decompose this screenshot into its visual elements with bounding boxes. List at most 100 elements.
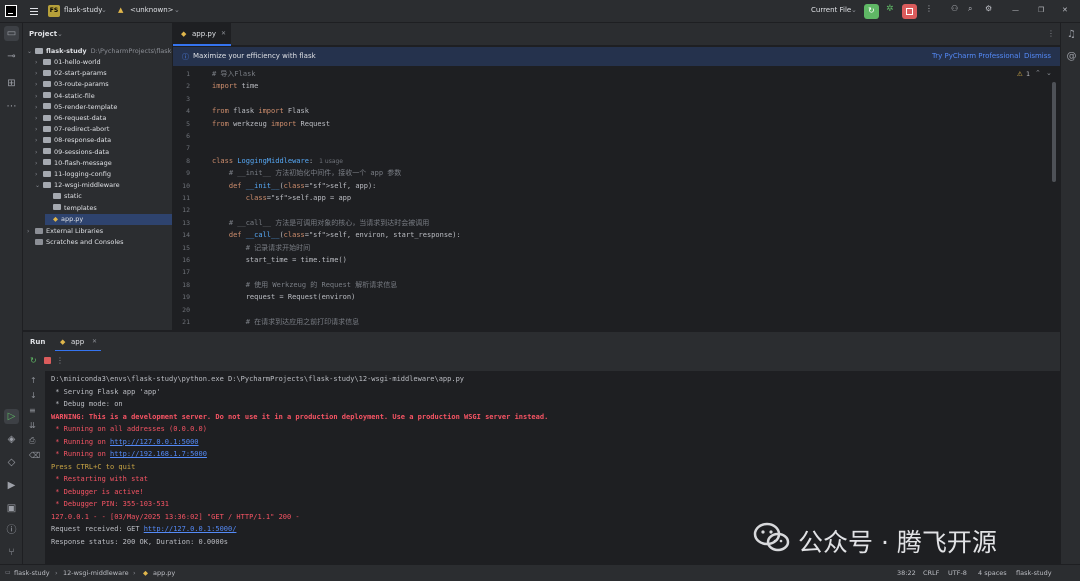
- vcs-branch[interactable]: <unknown>: [130, 6, 174, 14]
- rerun-icon[interactable]: ↻: [30, 356, 37, 365]
- tree-scratches[interactable]: Scratches and Consoles: [27, 237, 124, 248]
- chevron-down-icon[interactable]: ⌄: [1046, 69, 1052, 77]
- watermark-text: 公众号 · 腾飞开源: [798, 528, 997, 557]
- arrow-down-icon[interactable]: ↓: [30, 391, 37, 400]
- python-interpreter[interactable]: flask-study: [1016, 569, 1052, 577]
- run-tool-icon[interactable]: ▷: [4, 409, 19, 424]
- close-icon[interactable]: ✕: [1062, 6, 1068, 14]
- rerun-button[interactable]: ↻: [864, 4, 879, 19]
- console-line: * Running on all addresses (0.0.0.0): [51, 425, 207, 433]
- ai-assistant-icon[interactable]: @: [1064, 49, 1079, 64]
- tree-folder-item[interactable]: › 06-request-data: [35, 113, 106, 124]
- stop-icon[interactable]: [44, 357, 51, 364]
- chevron-right-icon: ›: [35, 115, 38, 122]
- console-line: Request received: GET http://127.0.0.1:5…: [51, 525, 237, 533]
- version-control-icon[interactable]: ⑂: [4, 545, 19, 560]
- tab-options-icon[interactable]: ⋮: [1047, 29, 1055, 38]
- tab-close-icon[interactable]: ✕: [221, 30, 226, 37]
- notifications-bell-icon[interactable]: ♫: [1064, 27, 1079, 42]
- project-badge[interactable]: FS: [48, 5, 60, 17]
- tab-close-icon[interactable]: ✕: [92, 338, 97, 345]
- tree-root[interactable]: ⌄ flask-study D:\PycharmProjects\flask-st…: [27, 46, 172, 57]
- structure-icon[interactable]: ⊞: [4, 76, 19, 91]
- minimize-icon[interactable]: —: [1012, 6, 1019, 14]
- chevron-down-icon[interactable]: ⌄: [174, 6, 180, 14]
- line-number: 5: [186, 119, 190, 128]
- tree-item-label: templates: [64, 203, 97, 212]
- soft-wrap-icon[interactable]: ≡: [29, 406, 36, 415]
- chevron-right-icon: ›: [35, 159, 38, 167]
- print-icon[interactable]: ⎙: [29, 436, 35, 446]
- debug-icon[interactable]: ✲: [886, 4, 894, 14]
- more-tools-icon[interactable]: ⋯: [4, 99, 19, 114]
- tree-folder-item[interactable]: › 09-sessions-data: [35, 147, 109, 158]
- tree-external-libraries[interactable]: › External Libraries: [27, 226, 103, 237]
- folder-icon: [43, 80, 51, 87]
- tree-folder-item[interactable]: ⌄ 12-wsgi-middleware: [35, 180, 120, 191]
- caret-position[interactable]: 38:22: [897, 569, 916, 577]
- scratches-icon: [35, 238, 43, 245]
- code-editor[interactable]: ⚠ 1 ⌃ ⌄ # 导入Flask import time from flask i…: [206, 66, 1054, 330]
- python-packages-icon[interactable]: ◈: [4, 432, 19, 447]
- arrow-up-icon[interactable]: ↑: [30, 376, 37, 385]
- breadcrumb-file[interactable]: app.py: [153, 569, 175, 577]
- run-config-select[interactable]: Current File: [811, 6, 851, 14]
- more-icon[interactable]: ⋮: [925, 4, 933, 13]
- chevron-up-icon[interactable]: ⌃: [1035, 69, 1041, 77]
- main-menu-icon[interactable]: [28, 5, 40, 17]
- add-user-icon[interactable]: ⚇: [951, 4, 958, 13]
- more-icon[interactable]: ⋮: [56, 356, 64, 365]
- console-url-link[interactable]: http://192.168.1.7:5000: [110, 450, 207, 458]
- breadcrumb-project[interactable]: flask-study: [14, 569, 50, 577]
- file-encoding[interactable]: UTF-8: [948, 569, 967, 577]
- dismiss-link[interactable]: Dismiss: [1024, 52, 1051, 60]
- tree-folder-item[interactable]: › 11-logging-config: [35, 169, 111, 180]
- run-config-tab[interactable]: ◆ app ✕: [55, 332, 101, 352]
- warning-indicator-icon[interactable]: ⚠: [1017, 70, 1023, 78]
- console-line: * Debugger PIN: 355-103-531: [51, 500, 170, 508]
- line-number: 6: [186, 132, 190, 140]
- line-number: 4: [186, 107, 190, 116]
- chevron-down-icon[interactable]: ⌄: [101, 6, 107, 14]
- line-ending[interactable]: CRLF: [923, 569, 939, 577]
- tree-folder-item[interactable]: › 07-redirect-abort: [35, 124, 109, 135]
- commit-icon[interactable]: ⊸: [4, 49, 19, 64]
- project-panel-title[interactable]: Project: [29, 30, 57, 38]
- tree-folder-item[interactable]: › 08-response-data: [35, 135, 111, 146]
- project-name[interactable]: flask-study: [64, 6, 102, 14]
- editor-tab-bar: ◆ app.py ✕ ⋮: [173, 23, 1060, 46]
- stop-button[interactable]: [902, 4, 917, 19]
- maximize-icon[interactable]: ❐: [1038, 6, 1044, 14]
- indent-setting[interactable]: 4 spaces: [978, 569, 1007, 577]
- tree-folder-item[interactable]: › 05-render-template: [35, 102, 117, 113]
- trash-icon[interactable]: ⌫: [29, 451, 40, 460]
- wechat-watermark: 公众号 · 腾飞开源: [752, 518, 1052, 558]
- tab-app-py[interactable]: ◆ app.py ✕: [173, 23, 231, 46]
- editor-scrollbar[interactable]: [1052, 82, 1056, 182]
- tree-folder-item[interactable]: templates: [45, 203, 97, 214]
- breadcrumb-folder[interactable]: 12-wsgi-middleware: [63, 569, 129, 577]
- terminal-icon[interactable]: ▣: [4, 501, 19, 516]
- tree-folder-item[interactable]: › 10-flash-message: [35, 158, 112, 169]
- tree-folder-item[interactable]: › 04-static-file: [35, 91, 95, 102]
- console-url-link[interactable]: http://127.0.0.1:5000: [110, 438, 199, 446]
- usages-hint[interactable]: 1 usage: [319, 158, 343, 165]
- chevron-right-icon: ›: [35, 148, 38, 156]
- search-icon[interactable]: ⌕: [968, 4, 972, 14]
- tree-folder-item[interactable]: › 01-hello-world: [35, 57, 101, 68]
- try-professional-link[interactable]: Try PyCharm Professional: [932, 52, 1020, 60]
- project-tool-folder-icon[interactable]: ▭: [4, 26, 19, 41]
- console-url-link[interactable]: http://127.0.0.1:5000/: [144, 525, 237, 533]
- services-icon[interactable]: ▶: [4, 478, 19, 493]
- settings-gear-icon[interactable]: ⚙: [985, 4, 992, 13]
- tree-folder-item[interactable]: › 02-start-params: [35, 68, 107, 79]
- warning-count[interactable]: 1: [1026, 70, 1030, 78]
- tree-folder-item[interactable]: › 03-route-params: [35, 79, 109, 90]
- tree-folder-item[interactable]: static: [45, 191, 82, 202]
- layers-icon[interactable]: ◇: [4, 455, 19, 470]
- scroll-to-end-icon[interactable]: ⇊: [29, 421, 36, 430]
- chevron-down-icon[interactable]: ⌄: [851, 6, 857, 14]
- chevron-down-icon[interactable]: ⌄: [57, 30, 63, 38]
- tree-file-item[interactable]: ◆ app.py: [45, 213, 172, 225]
- problems-icon[interactable]: ⓘ: [4, 523, 19, 538]
